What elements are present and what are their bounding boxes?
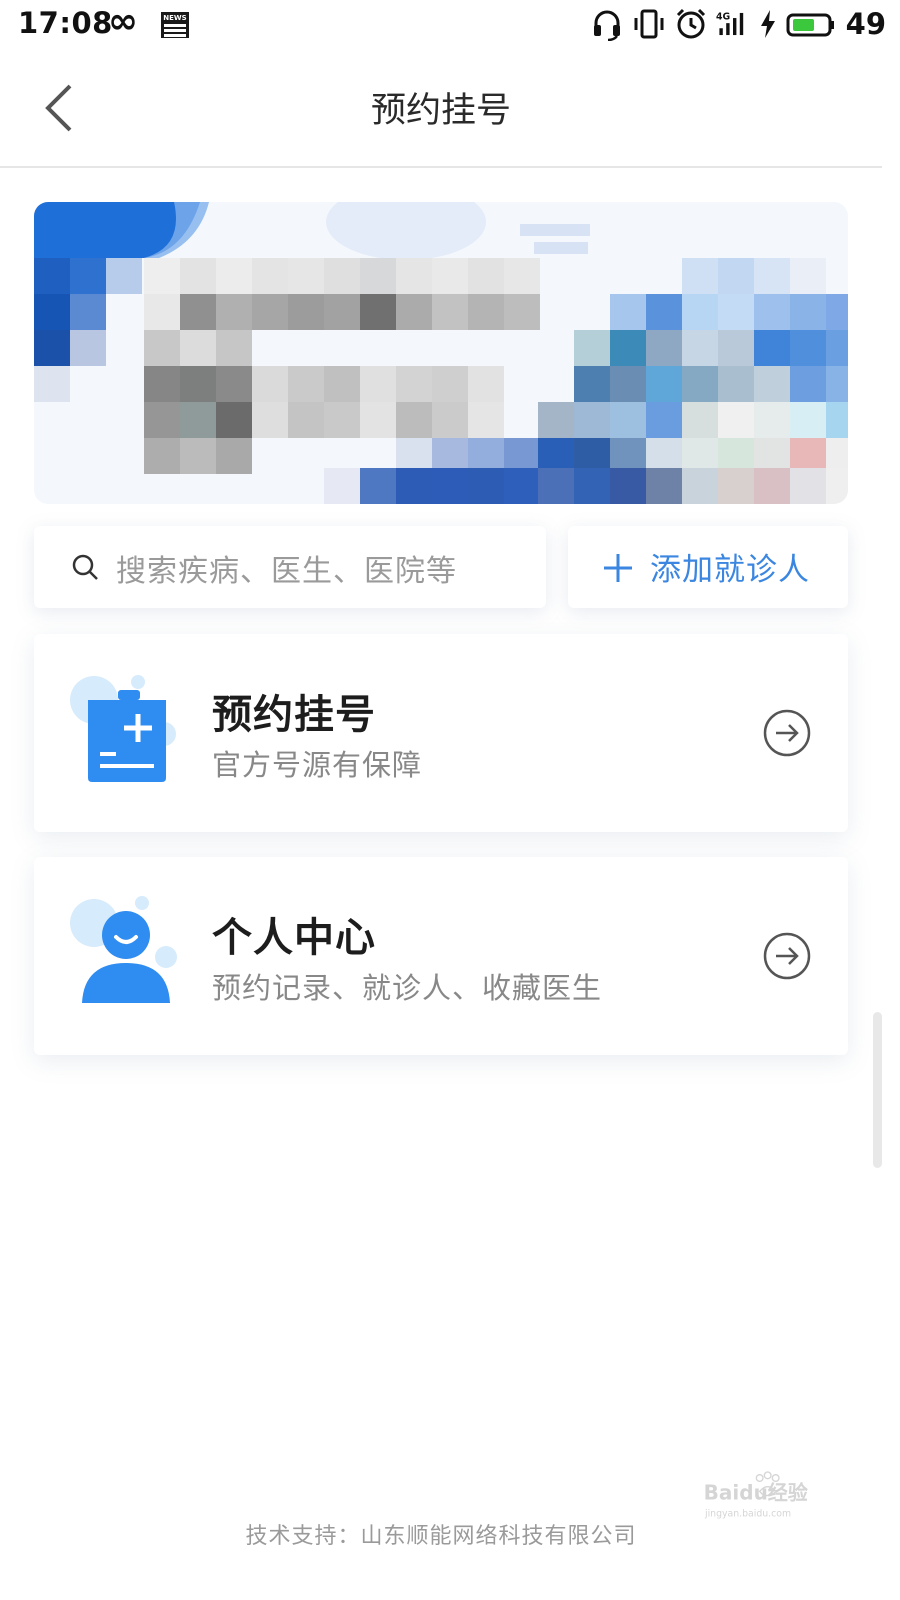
charging-icon xyxy=(760,10,775,38)
watermark-url: jingyan.baidu.com xyxy=(704,1509,791,1520)
plus-icon xyxy=(604,554,632,582)
status-icons: 4G 49 xyxy=(590,4,886,44)
scrollbar[interactable] xyxy=(873,1012,882,1168)
card-subtitle: 官方号源有保障 xyxy=(212,748,423,782)
baidu-watermark: Baidu经验 jingyan.baidu.com xyxy=(674,1470,844,1560)
nav-bar: 预约挂号 xyxy=(0,52,882,168)
news-badge-label: NEWS xyxy=(163,14,187,22)
user-avatar-icon xyxy=(70,896,177,1003)
status-time: 17:08 xyxy=(18,6,113,40)
card-title: 预约挂号 xyxy=(212,692,376,738)
signal-icon: 4G xyxy=(716,12,743,36)
watermark-brand: Baidu经验 xyxy=(704,1480,808,1504)
vibrate-icon xyxy=(634,9,664,39)
card-subtitle: 预约记录、就诊人、收藏医生 xyxy=(212,971,603,1005)
battery-icon xyxy=(786,13,834,37)
search-icon xyxy=(72,554,98,580)
network-label: 4G xyxy=(716,12,730,23)
add-patient-label: 添加就诊人 xyxy=(650,552,810,588)
news-icon: NEWS xyxy=(161,12,189,38)
infinity-icon: ∞ xyxy=(108,1,138,42)
banner-image[interactable] xyxy=(34,202,848,504)
alarm-icon xyxy=(676,8,705,39)
search-input[interactable]: 搜索疾病、医生、医院等 xyxy=(34,526,546,608)
personal-center-card[interactable]: 个人中心 预约记录、就诊人、收藏医生 xyxy=(34,857,848,1055)
card-title: 个人中心 xyxy=(212,915,376,961)
appointment-card[interactable]: 预约挂号 官方号源有保障 xyxy=(34,634,848,832)
pixelated-banner-graphic xyxy=(34,202,848,504)
page-title: 预约挂号 xyxy=(370,91,511,131)
add-patient-button[interactable]: 添加就诊人 xyxy=(568,526,848,608)
search-placeholder: 搜索疾病、医生、医院等 xyxy=(116,554,457,589)
battery-level: 49 xyxy=(845,7,886,41)
arrow-right-circle-icon[interactable] xyxy=(762,708,812,758)
baidu-paw-logo: Baidu经验 jingyan.baidu.com xyxy=(704,1471,808,1520)
headset-icon xyxy=(593,10,620,41)
clipboard-plus-icon xyxy=(70,675,176,782)
arrow-right-circle-icon[interactable] xyxy=(762,931,812,981)
status-bar: 17:08 ∞ NEWS 4G 49 xyxy=(0,0,900,52)
